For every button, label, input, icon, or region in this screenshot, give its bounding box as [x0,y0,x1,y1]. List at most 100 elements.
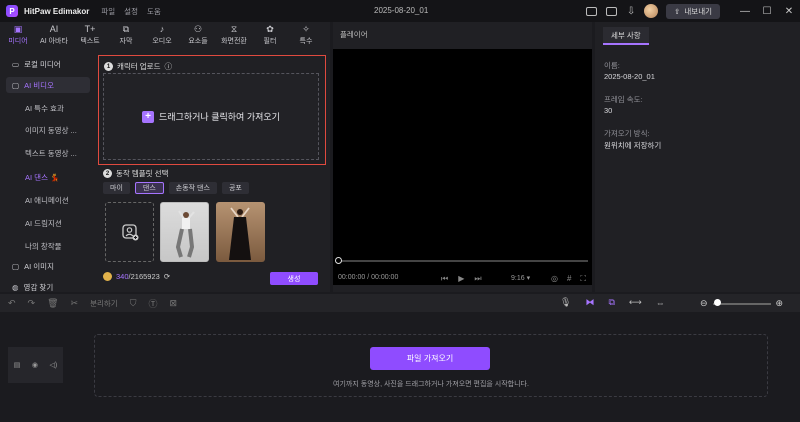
credits-current: 340 [116,272,129,281]
track-icon[interactable]: ▤ [14,361,21,369]
sidebar-nav: ▭ 로컬 미디어 ▢ AI 비디오 AI 특수 효과 이미지 동영상 ... 텍… [0,52,94,292]
split-icon[interactable]: ✂ [71,298,79,309]
fit-icon[interactable]: ⇔ [656,298,665,308]
dancer-image [175,210,195,258]
template-heading: 2 동작 템플릿 선택 [103,168,168,179]
sidebar-item-ai-image[interactable]: ▢ AI 이미지 [6,258,90,274]
track-icon[interactable]: ⟷ [629,297,642,308]
tab-ai-avatar[interactable]: AI AI 아바타 [36,22,72,48]
chip-horror[interactable]: 공포 [221,182,249,194]
details-panel: 세부 사항 이름: 2025-08-20_01 프레임 속도: 30 가져오기 … [595,22,800,292]
subtitle-icon: ⧉ [122,23,130,34]
refresh-icon[interactable]: ⟳ [164,272,170,281]
grid-icon[interactable]: # [567,274,571,284]
fullscreen-icon[interactable]: ⛶ [580,274,586,284]
feedback-icon[interactable] [604,4,618,18]
playback-time: 00:00:00 / 00:00:00 [338,274,399,281]
sidebar-item-ai-video[interactable]: ▢ AI 비디오 [6,77,90,93]
download-icon[interactable]: ⇩ [624,4,638,18]
tab-label: 오디오 [152,37,172,45]
minimize-icon[interactable]: — [734,0,756,22]
menu-file[interactable]: 파일 [101,6,115,17]
preview-screen [333,49,592,285]
timeline: ▤ ◉ ◁) 파일 가져오기 여기까지 동영상, 사진을 드래그하거나 가져오면… [0,313,800,422]
player-panel: 플레이어 00:00:00 / 00:00:00 ⏮ ▶ ⏭ 9:16 ▾ ◎ … [333,22,592,292]
document-title: 2025-08-20_01 [374,6,429,15]
tab-transition[interactable]: ⧖ 화면전환 [216,22,252,48]
ai-avatar-icon: AI [49,23,59,34]
text-icon: T+ [84,23,96,34]
chip-mine[interactable]: 마이 [103,182,130,194]
chip-hand-dance[interactable]: 손동작 댄스 [168,182,217,194]
fps-value: 30 [604,106,613,115]
aspect-ratio-select[interactable]: 9:16 ▾ [511,274,530,282]
menu-help[interactable]: 도움 [147,6,161,17]
sidebar-sub-my-creations[interactable]: 나의 창작물 [25,241,62,252]
template-title: 동작 템플릿 선택 [116,169,169,178]
shield-icon[interactable]: ⛉ [130,298,137,309]
sidebar-sub-image-video[interactable]: 이미지 동영상 ... [25,125,77,136]
character-upload-section: 1 캐릭터 업로드 ⓘ + 드래그하거나 클릭하여 가져오기 [98,55,326,165]
sidebar-sub-ai-dance[interactable]: AI 댄스 💃 [25,172,59,183]
eye-icon[interactable]: ◉ [32,361,38,369]
scrubber-handle[interactable] [335,257,342,264]
tab-subtitle[interactable]: ⧉ 자막 [108,22,144,48]
effects-icon: ✧ [302,23,310,34]
tab-filter[interactable]: ✿ 필터 [252,22,288,48]
tab-label: 미디어 [8,37,28,45]
sidebar-item-label: AI 이미지 [24,261,54,271]
sidebar-sub-ai-animation[interactable]: AI 애니메이션 [25,195,69,206]
split-label[interactable]: 분리하기 [90,298,118,309]
close-icon[interactable]: ✕ [778,0,800,22]
tab-text[interactable]: T+ 텍스트 [72,22,108,48]
next-frame-icon[interactable]: ⏭ [474,274,481,284]
volume-icon[interactable]: ◁) [50,361,58,369]
text-tool-icon[interactable]: Ⓣ [148,297,157,310]
ai-image-icon: ▢ [12,261,20,271]
sidebar-sub-text-video[interactable]: 텍스트 동영상 ... [25,148,77,159]
import-file-button[interactable]: 파일 가져오기 [370,347,490,370]
menu-settings[interactable]: 설정 [124,6,138,17]
tab-effects[interactable]: ✧ 특수 [288,22,324,48]
tab-audio[interactable]: ♪ 오디오 [144,22,180,48]
sidebar-item-stock[interactable]: ◍ 영감 찾기 [6,279,90,295]
prev-frame-icon[interactable]: ⏮ [441,274,448,284]
delete-icon[interactable]: 🗑 [47,298,58,309]
chip-dance[interactable]: 댄스 [134,182,164,194]
crop-icon[interactable]: ⊠ [169,298,177,309]
info-icon[interactable]: ⓘ [164,61,172,72]
microphone-icon[interactable]: 🎙 [560,297,571,308]
layout-icon[interactable] [584,4,598,18]
timeline-hint: 여기까지 동영상, 사진을 드래그하거나 가져오면 편집을 시작합니다. [333,381,529,388]
tab-elements[interactable]: ⚇ 요소들 [180,22,216,48]
zoom-out-icon[interactable]: ⊖ [700,298,708,309]
sidebar-sub-ai-dream[interactable]: AI 드림지션 [25,218,62,229]
avatar[interactable] [644,4,659,18]
menu-bar: 파일 설정 도움 [101,6,160,17]
character-dropzone[interactable]: + 드래그하거나 클릭하여 가져오기 [103,73,319,160]
link-icon[interactable]: ⧓ [585,297,594,308]
sidebar-sub-ai-effects[interactable]: AI 특수 효과 [25,103,64,114]
magnet-icon[interactable]: ⧉ [608,297,614,308]
dance-template-thumbnail[interactable] [160,202,209,262]
add-template-button[interactable] [105,202,154,262]
tab-details[interactable]: 세부 사항 [603,27,649,45]
snapshot-icon[interactable]: ◎ [551,274,558,284]
playback-scrubber[interactable] [337,260,588,262]
generate-button[interactable]: 생성 [270,272,318,285]
undo-icon[interactable]: ↶ [8,298,16,309]
sidebar-item-local-media[interactable]: ▭ 로컬 미디어 [6,56,90,72]
dance-template-thumbnail[interactable] [216,202,265,262]
play-icon[interactable]: ▶ [458,274,464,284]
zoom-slider-handle[interactable] [714,299,721,306]
tab-label: 필터 [263,37,277,45]
zoom-slider[interactable] [712,302,771,305]
export-button[interactable]: ⇧ 내보내기 [666,3,720,19]
name-label: 이름: [604,61,620,70]
zoom-in-icon[interactable]: ⊕ [776,298,784,309]
tab-label: 특수 [299,37,313,45]
title-bar: P HitPaw Edimakor 파일 설정 도움 2025-08-20_01… [0,0,800,22]
tab-media[interactable]: ▣ 미디어 [0,22,36,48]
maximize-icon[interactable]: ☐ [756,0,778,22]
redo-icon[interactable]: ↷ [28,298,36,309]
